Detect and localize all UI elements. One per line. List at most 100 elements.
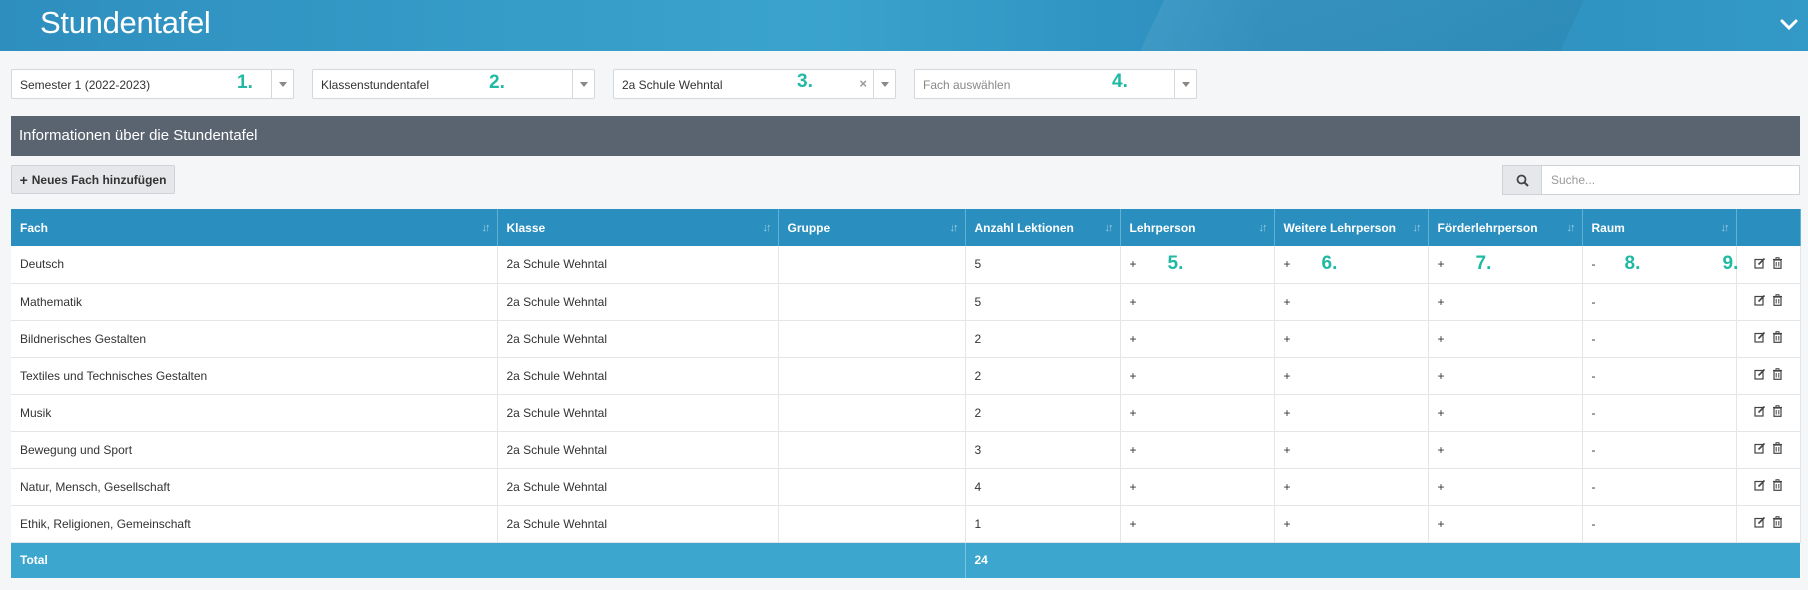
add-person-link[interactable]: + bbox=[1284, 369, 1291, 383]
klasse-select[interactable]: 2a Schule Wehntal × bbox=[613, 69, 896, 99]
table-cell[interactable]: + bbox=[1428, 505, 1583, 543]
table-cell[interactable]: + bbox=[1274, 394, 1429, 432]
sort-icon[interactable]: ↓↑ bbox=[763, 222, 772, 234]
table-cell[interactable]: + bbox=[1428, 320, 1583, 358]
table-cell[interactable]: + bbox=[1120, 394, 1275, 432]
table-cell[interactable]: + bbox=[1274, 283, 1429, 321]
edit-icon[interactable] bbox=[1753, 405, 1766, 420]
chevron-down-icon[interactable] bbox=[1776, 12, 1802, 38]
stundentafel-type-select[interactable]: Klassenstundentafel bbox=[312, 69, 595, 99]
column-header-fach[interactable]: Fach ↓↑ bbox=[11, 209, 498, 246]
add-person-link[interactable]: + bbox=[1130, 517, 1137, 531]
edit-icon[interactable] bbox=[1753, 257, 1766, 272]
sort-icon[interactable]: ↓↑ bbox=[1259, 222, 1268, 234]
raum-link[interactable]: - bbox=[1592, 406, 1596, 420]
add-person-link[interactable]: + bbox=[1438, 369, 1445, 383]
add-person-link[interactable]: + bbox=[1438, 406, 1445, 420]
table-cell[interactable]: + bbox=[1428, 468, 1583, 506]
add-person-link[interactable]: + bbox=[1438, 257, 1445, 271]
raum-link[interactable]: - bbox=[1592, 443, 1596, 457]
table-cell[interactable]: +7. bbox=[1428, 246, 1583, 284]
add-person-link[interactable]: + bbox=[1130, 443, 1137, 457]
table-cell[interactable]: + bbox=[1428, 283, 1583, 321]
add-person-link[interactable]: + bbox=[1438, 480, 1445, 494]
table-cell[interactable]: + bbox=[1120, 505, 1275, 543]
edit-icon[interactable] bbox=[1753, 516, 1766, 531]
add-person-link[interactable]: + bbox=[1438, 517, 1445, 531]
add-person-link[interactable]: + bbox=[1284, 332, 1291, 346]
add-person-link[interactable]: + bbox=[1130, 295, 1137, 309]
add-person-link[interactable]: + bbox=[1130, 406, 1137, 420]
search-input[interactable] bbox=[1541, 165, 1800, 195]
column-header-raum[interactable]: Raum ↓↑ bbox=[1582, 209, 1737, 246]
table-cell[interactable]: + bbox=[1120, 283, 1275, 321]
chevron-down-icon[interactable] bbox=[873, 70, 895, 98]
table-cell[interactable]: +6. bbox=[1274, 246, 1429, 284]
raum-link[interactable]: - bbox=[1592, 295, 1596, 309]
raum-link[interactable]: - bbox=[1592, 369, 1596, 383]
add-person-link[interactable]: + bbox=[1284, 443, 1291, 457]
table-cell[interactable]: - bbox=[1582, 357, 1737, 395]
sort-icon[interactable]: ↓↑ bbox=[1413, 222, 1422, 234]
add-person-link[interactable]: + bbox=[1130, 369, 1137, 383]
table-cell[interactable]: + bbox=[1120, 431, 1275, 469]
table-cell[interactable]: + bbox=[1274, 320, 1429, 358]
trash-icon[interactable] bbox=[1772, 331, 1783, 346]
table-cell[interactable]: + bbox=[1274, 505, 1429, 543]
column-header-lehrperson[interactable]: Lehrperson ↓↑ bbox=[1120, 209, 1275, 246]
add-fach-button[interactable]: + Neues Fach hinzufügen bbox=[11, 165, 175, 194]
edit-icon[interactable] bbox=[1753, 442, 1766, 457]
clear-icon[interactable]: × bbox=[859, 76, 867, 91]
sort-icon[interactable]: ↓↑ bbox=[482, 222, 491, 234]
column-header-weitere[interactable]: Weitere Lehrperson ↓↑ bbox=[1274, 209, 1429, 246]
raum-link[interactable]: - bbox=[1592, 332, 1596, 346]
add-person-link[interactable]: + bbox=[1284, 480, 1291, 494]
column-header-klasse[interactable]: Klasse ↓↑ bbox=[497, 209, 779, 246]
sort-icon[interactable]: ↓↑ bbox=[1567, 222, 1576, 234]
add-person-link[interactable]: + bbox=[1130, 257, 1137, 271]
add-person-link[interactable]: + bbox=[1438, 295, 1445, 309]
table-cell[interactable]: + bbox=[1428, 357, 1583, 395]
raum-link[interactable]: - bbox=[1592, 480, 1596, 494]
chevron-down-icon[interactable] bbox=[271, 70, 293, 98]
table-cell[interactable]: - bbox=[1582, 468, 1737, 506]
edit-icon[interactable] bbox=[1753, 331, 1766, 346]
table-cell[interactable]: + bbox=[1274, 431, 1429, 469]
table-cell[interactable]: + bbox=[1428, 394, 1583, 432]
fach-select[interactable]: Fach auswählen bbox=[914, 69, 1197, 99]
edit-icon[interactable] bbox=[1753, 294, 1766, 309]
add-person-link[interactable]: + bbox=[1284, 406, 1291, 420]
table-cell[interactable]: +5. bbox=[1120, 246, 1275, 284]
add-person-link[interactable]: + bbox=[1284, 295, 1291, 309]
table-cell[interactable]: + bbox=[1428, 431, 1583, 469]
trash-icon[interactable] bbox=[1772, 405, 1783, 420]
trash-icon[interactable] bbox=[1772, 368, 1783, 383]
add-person-link[interactable]: + bbox=[1284, 257, 1291, 271]
add-person-link[interactable]: + bbox=[1130, 480, 1137, 494]
table-cell[interactable]: + bbox=[1120, 320, 1275, 358]
raum-link[interactable]: - bbox=[1592, 517, 1596, 531]
edit-icon[interactable] bbox=[1753, 368, 1766, 383]
table-cell[interactable]: - bbox=[1582, 394, 1737, 432]
add-person-link[interactable]: + bbox=[1130, 332, 1137, 346]
trash-icon[interactable] bbox=[1772, 479, 1783, 494]
column-header-anzahl[interactable]: Anzahl Lektionen ↓↑ bbox=[965, 209, 1121, 246]
search-button[interactable] bbox=[1502, 165, 1542, 195]
trash-icon[interactable] bbox=[1772, 257, 1783, 272]
edit-icon[interactable] bbox=[1753, 479, 1766, 494]
table-cell[interactable]: + bbox=[1120, 357, 1275, 395]
add-person-link[interactable]: + bbox=[1438, 443, 1445, 457]
raum-link[interactable]: - bbox=[1592, 257, 1596, 271]
sort-icon[interactable]: ↓↑ bbox=[950, 222, 959, 234]
column-header-foerder[interactable]: Förderlehrperson ↓↑ bbox=[1428, 209, 1583, 246]
table-cell[interactable]: + bbox=[1120, 468, 1275, 506]
table-cell[interactable]: + bbox=[1274, 357, 1429, 395]
table-cell[interactable]: - bbox=[1582, 505, 1737, 543]
add-person-link[interactable]: + bbox=[1438, 332, 1445, 346]
add-person-link[interactable]: + bbox=[1284, 517, 1291, 531]
sort-icon[interactable]: ↓↑ bbox=[1721, 222, 1730, 234]
table-cell[interactable]: - bbox=[1582, 320, 1737, 358]
sort-icon[interactable]: ↓↑ bbox=[1105, 222, 1114, 234]
table-cell[interactable]: + bbox=[1274, 468, 1429, 506]
chevron-down-icon[interactable] bbox=[572, 70, 594, 98]
